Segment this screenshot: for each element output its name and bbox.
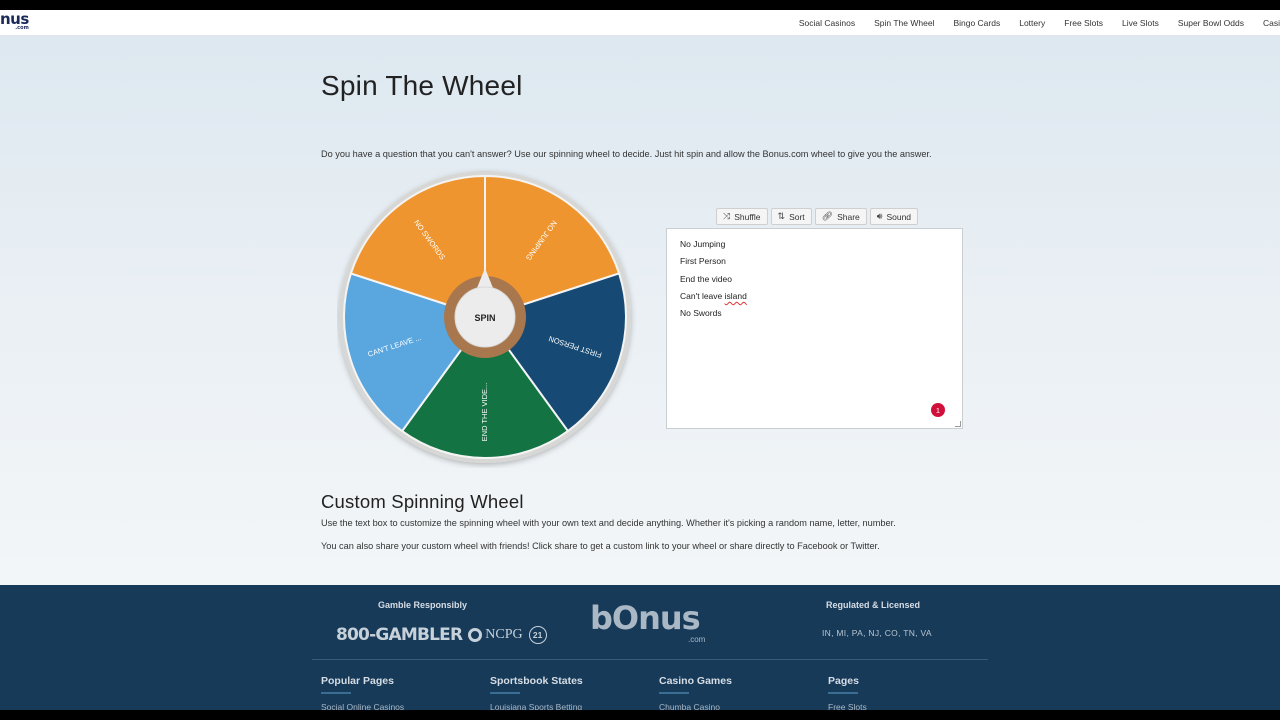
nav-spin-the-wheel[interactable]: Spin The Wheel [874, 18, 934, 28]
footer-column-title: Casino Games [659, 675, 732, 687]
footer-column-casino-games: Casino Games Chumba Casino [659, 675, 732, 712]
entry-item: No Jumping [680, 239, 726, 249]
wheel-graphic[interactable]: NO JUMPINGFIRST PERSONEND THE VIDE...CAN… [337, 168, 637, 468]
footer-column-sportsbook: Sportsbook States Louisiana Sports Betti… [490, 675, 583, 712]
ncpg-logo[interactable]: NCPG [468, 627, 523, 643]
gamble-responsibly-heading: Gamble Responsibly [378, 600, 468, 610]
speaker-icon: 🔊︎ [876, 211, 883, 221]
link-icon: 🔗︎ [821, 211, 834, 221]
site-footer: Gamble Responsibly 800-GAMBLER NCPG 21 b… [0, 585, 1280, 712]
footer-column-popular: Popular Pages Social Online Casinos [321, 675, 404, 712]
section-paragraph-1: Use the text box to customize the spinni… [321, 518, 896, 528]
footer-column-title: Popular Pages [321, 675, 394, 687]
footer-logo[interactable]: bOnus [590, 602, 701, 634]
misspelled-word: island [724, 290, 747, 301]
section-title: Custom Spinning Wheel [321, 491, 524, 512]
entries-list: No Jumping First Person End the video Ca… [667, 229, 962, 324]
wheel-segment-label: END THE VIDE... [480, 383, 489, 442]
nav-live-slots[interactable]: Live Slots [1122, 18, 1159, 28]
main-nav: Social Casinos Spin The Wheel Bingo Card… [780, 10, 1280, 36]
wheel-toolbar: ⤨ Shuffle ⇅ Sort 🔗︎ Share 🔊︎ Sound [716, 208, 919, 225]
footer-underline [321, 692, 351, 694]
ncpg-label: NCPG [485, 627, 523, 642]
sort-label: Sort [789, 211, 805, 222]
shuffle-icon: ⤨ [723, 211, 731, 221]
share-label: Share [837, 211, 860, 222]
spin-wheel[interactable]: NO JUMPING FIRST PERSON END THE VIDE... CAN… [337, 168, 637, 468]
nav-super-bowl-odds[interactable]: Super Bowl Odds [1178, 18, 1244, 28]
age-21-icon: 21 [528, 626, 547, 644]
footer-underline [828, 692, 858, 694]
entry-item: Can't leave island [680, 290, 962, 307]
footer-logo-sub: .com [688, 635, 706, 644]
bottom-black-bar [0, 710, 1280, 720]
nav-social-casinos[interactable]: Social Casinos [799, 18, 855, 28]
responsible-gambling-logos: 800-GAMBLER NCPG 21 [336, 625, 547, 645]
entries-textarea[interactable]: No Jumping First Person End the video Ca… [666, 228, 963, 429]
sort-button[interactable]: ⇅ Sort [770, 208, 812, 225]
main-content [0, 36, 1280, 585]
top-black-bar [0, 0, 1280, 10]
intro-text: Do you have a question that you can't an… [321, 149, 932, 159]
footer-column-title: Pages [828, 675, 859, 687]
footer-column-pages: Pages Free Slots [828, 675, 867, 712]
site-header: nus .com Social Casinos Spin The Wheel B… [0, 10, 1280, 36]
entry-text: Can't leave [680, 290, 725, 301]
nav-casinos[interactable]: Casi [1263, 18, 1280, 28]
nav-lottery[interactable]: Lottery [1019, 18, 1045, 28]
share-button[interactable]: 🔗︎ Share [814, 208, 867, 225]
footer-column-title: Sportsbook States [490, 675, 583, 687]
gambler-hotline[interactable]: 800-GAMBLER [336, 625, 463, 645]
sort-icon: ⇅ [777, 211, 786, 221]
sound-button[interactable]: 🔊︎ Sound [869, 208, 919, 225]
section-paragraph-2: You can also share your custom wheel wit… [321, 541, 880, 551]
resize-handle[interactable] [955, 421, 961, 427]
sound-label: Sound [886, 211, 912, 222]
site-logo[interactable]: nus .com [0, 12, 29, 31]
licensed-states: IN, MI, PA, NJ, CO, TN, VA [822, 628, 932, 638]
footer-underline [659, 692, 689, 694]
page-title: Spin The Wheel [321, 70, 523, 101]
notification-badge[interactable]: 1 [931, 403, 945, 417]
footer-underline [490, 692, 520, 694]
entry-item: First Person [680, 256, 726, 267]
spin-label[interactable]: SPIN [474, 313, 495, 323]
regulated-heading: Regulated & Licensed [826, 600, 921, 610]
ncpg-icon [468, 628, 483, 642]
nav-free-slots[interactable]: Free Slots [1064, 18, 1103, 28]
footer-divider [312, 659, 988, 660]
entry-item: No Swords [680, 308, 722, 319]
entry-item: End the video [680, 273, 732, 284]
shuffle-button[interactable]: ⤨ Shuffle [716, 208, 768, 225]
shuffle-label: Shuffle [734, 211, 761, 222]
nav-bingo-cards[interactable]: Bingo Cards [953, 18, 1000, 28]
